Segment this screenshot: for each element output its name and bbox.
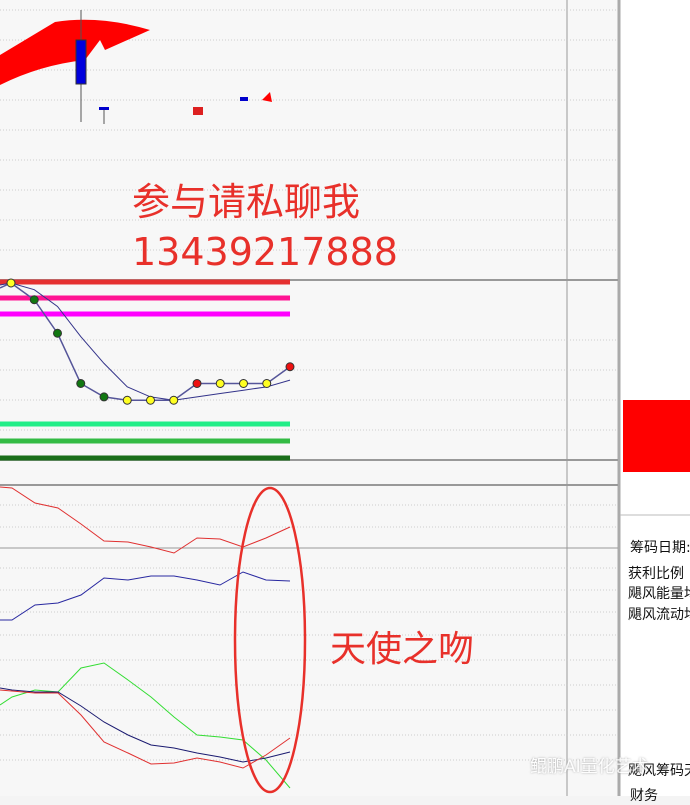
indicator-dot-red: [192, 379, 202, 388]
oval-label: 天使之吻: [330, 629, 475, 670]
finance-tab[interactable]: 财务: [630, 785, 658, 805]
flow-label: 飓风流动均: [628, 607, 690, 623]
indicator-dot-green: [76, 379, 86, 388]
chip-volume-bar: [623, 400, 690, 472]
indicator-dot-yellow: [262, 379, 272, 388]
plot-area: [0, 0, 618, 796]
phone-annotation: 13439217888: [132, 230, 398, 274]
indicator-dot-yellow: [169, 395, 179, 405]
stock-chart: [0, 0, 690, 796]
indicator-dot-yellow: [239, 379, 248, 388]
contact-annotation: 参与请私聊我: [132, 180, 361, 224]
indicator-dot-red: [285, 362, 295, 372]
energy-label: 飓风能量均: [628, 586, 690, 602]
candle-down: [240, 97, 248, 101]
candle-down: [75, 39, 87, 85]
candle-down: [99, 107, 109, 110]
indicator-dot-green: [29, 295, 39, 305]
indicator-dot-green: [99, 392, 109, 402]
watermark: 鲲鹏AI量化艺术: [530, 757, 649, 777]
chip-date-label: 筹码日期:: [630, 540, 690, 556]
candle-up: [193, 107, 203, 115]
indicator-dot-yellow: [6, 278, 16, 288]
indicator-dot-yellow: [122, 395, 132, 405]
indicator-dot-yellow: [215, 379, 225, 388]
indicator-dot-yellow: [146, 395, 155, 405]
side-panel: [620, 0, 690, 796]
profit-ratio-label: 获利比例: [628, 566, 684, 582]
indicator-dot-green: [53, 328, 62, 338]
